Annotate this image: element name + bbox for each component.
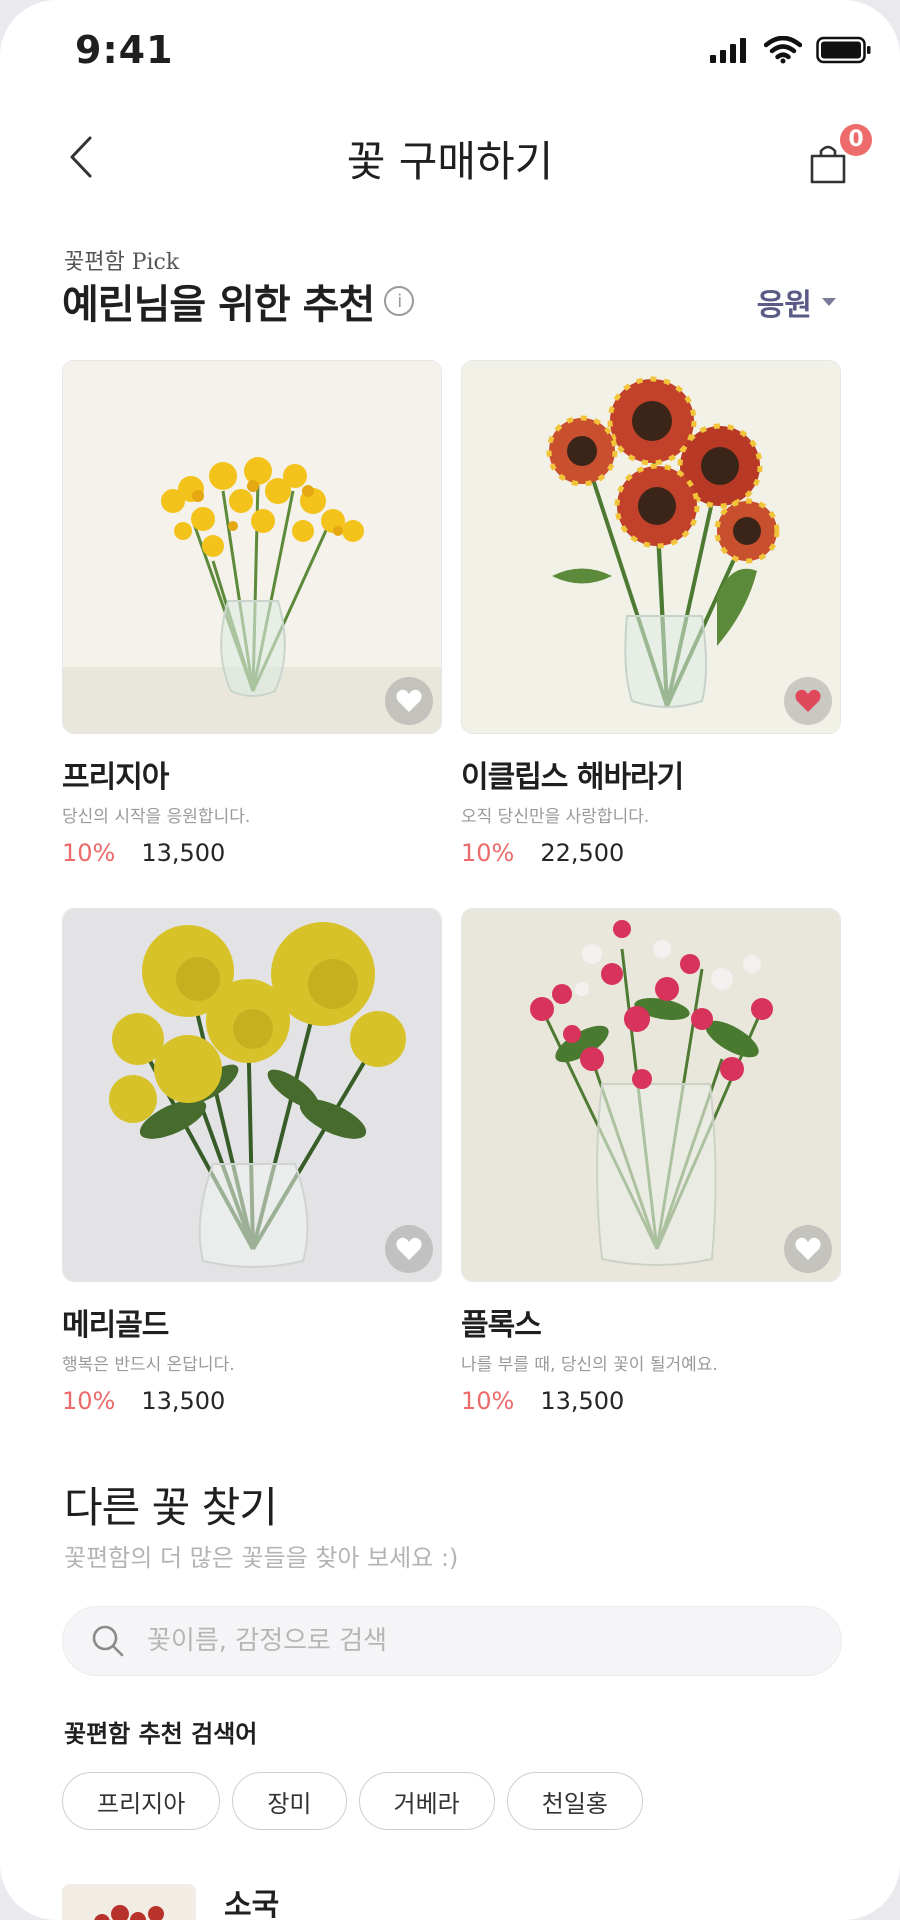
status-time: 9:41	[75, 28, 174, 72]
search-bar[interactable]	[62, 1606, 842, 1676]
product-price: 22,500	[540, 839, 625, 867]
like-button[interactable]	[385, 677, 433, 725]
recommended-keyword-chips: 프리지아 장미 거베라 천일홍	[62, 1772, 643, 1830]
product-price: 13,500	[141, 839, 226, 867]
product-card[interactable]: 프리지아 당신의 시작을 응원합니다. 10% 13,500	[62, 360, 442, 867]
product-card[interactable]: 이클립스 해바라기 오직 당신만을 사랑합니다. 10% 22,500	[461, 360, 841, 867]
product-price: 13,500	[141, 1387, 226, 1415]
keyword-chip[interactable]: 거베라	[358, 1772, 495, 1830]
product-desc: 나를 부를 때, 당신의 꽃이 될거예요.	[461, 1355, 718, 1375]
status-icons	[710, 36, 872, 64]
product-desc: 행복은 반드시 온답니다.	[62, 1355, 235, 1375]
wifi-icon	[764, 36, 802, 64]
product-card[interactable]: 플록스 나를 부를 때, 당신의 꽃이 될거예요. 10% 13,500	[461, 908, 841, 1415]
status-bar: 9:41	[0, 0, 900, 100]
product-price-row: 10% 22,500	[461, 839, 841, 867]
section-title: 예린님을 위한 추천 i	[62, 272, 415, 330]
search-input[interactable]	[147, 1626, 787, 1656]
list-item-thumbnail[interactable]	[62, 1884, 196, 1920]
cart-button[interactable]: 0	[808, 124, 872, 188]
product-price-row: 10% 13,500	[62, 1387, 442, 1415]
caret-down-icon	[822, 298, 836, 306]
heart-outline-icon	[396, 1237, 422, 1260]
product-image	[62, 360, 442, 734]
page-title: 꽃 구매하기	[346, 137, 554, 186]
product-image	[62, 908, 442, 1282]
list-item-name[interactable]: 소국	[224, 1880, 279, 1920]
product-name: 프리지아	[62, 760, 169, 795]
keyword-chip[interactable]: 장미	[232, 1772, 347, 1830]
product-price: 13,500	[540, 1387, 625, 1415]
product-price-row: 10% 13,500	[461, 1387, 841, 1415]
phone-screen: 9:41 꽃 구매하기 0 꽃편함 Pick 예린님을 위한 추천 i 응원 프…	[0, 0, 900, 1920]
like-button[interactable]	[385, 1225, 433, 1273]
nav-bar: 꽃 구매하기 0	[0, 110, 900, 200]
product-desc: 당신의 시작을 응원합니다.	[62, 807, 251, 827]
info-icon[interactable]: i	[384, 286, 415, 316]
product-name: 플록스	[461, 1308, 542, 1343]
like-button[interactable]	[784, 1225, 832, 1273]
search-icon	[92, 1625, 124, 1657]
discount-rate: 10%	[461, 839, 515, 867]
product-price-row: 10% 13,500	[62, 839, 442, 867]
product-image	[461, 908, 841, 1282]
product-name: 이클립스 해바라기	[461, 760, 684, 795]
product-card[interactable]: 메리골드 행복은 반드시 온답니다. 10% 13,500	[62, 908, 442, 1415]
filter-label: 응원	[756, 288, 812, 323]
cart-count-badge: 0	[840, 124, 872, 156]
other-section-subtitle: 꽃편함의 더 많은 꽃들을 찾아 보세요 :)	[64, 1544, 459, 1572]
recommended-keywords-label: 꽃편함 추천 검색어	[64, 1720, 258, 1748]
emotion-filter-dropdown[interactable]: 응원	[757, 280, 836, 324]
product-desc: 오직 당신만을 사랑합니다.	[461, 807, 650, 827]
discount-rate: 10%	[62, 839, 116, 867]
signal-icon	[710, 37, 750, 63]
battery-icon	[816, 36, 872, 64]
keyword-chip[interactable]: 프리지아	[62, 1772, 221, 1830]
like-button[interactable]	[784, 677, 832, 725]
section-title-text: 예린님을 위한 추천	[62, 282, 375, 328]
keyword-chip[interactable]: 천일홍	[506, 1772, 643, 1830]
heart-filled-icon	[795, 689, 821, 712]
product-image	[461, 360, 841, 734]
heart-outline-icon	[396, 689, 422, 712]
other-section-title: 다른 꽃 찾기	[64, 1483, 278, 1532]
discount-rate: 10%	[461, 1387, 515, 1415]
discount-rate: 10%	[62, 1387, 116, 1415]
heart-outline-icon	[795, 1237, 821, 1260]
product-name: 메리골드	[62, 1308, 169, 1343]
